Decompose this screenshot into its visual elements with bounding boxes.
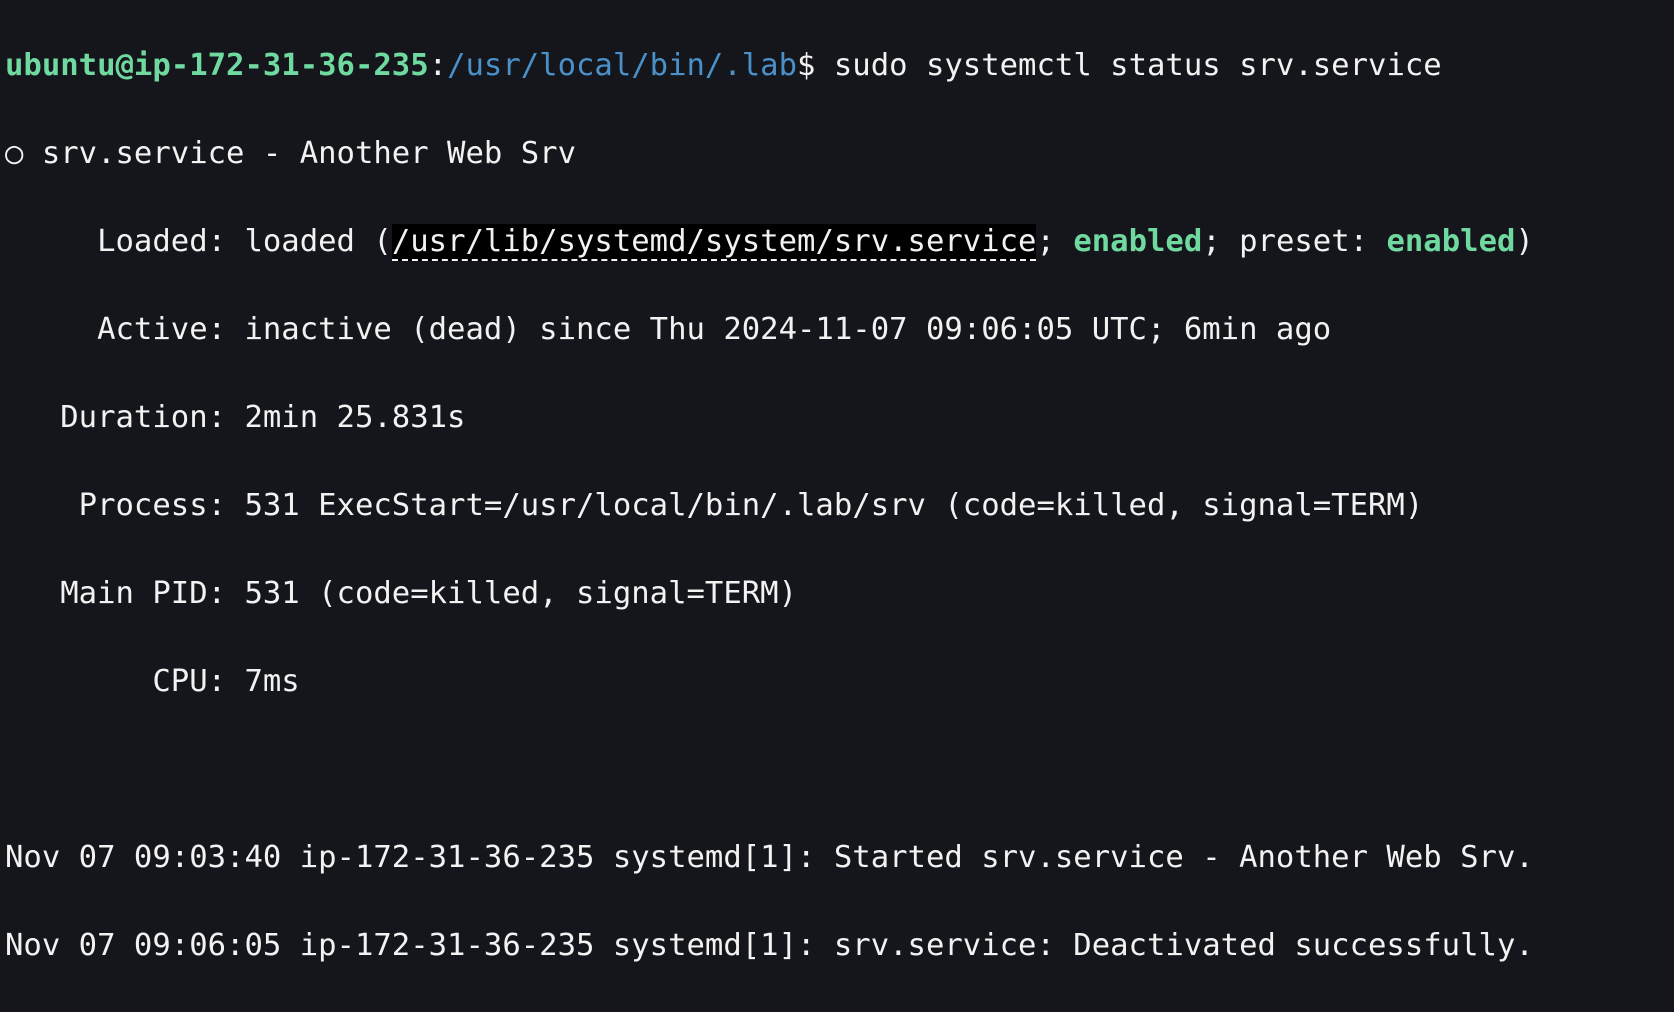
unit-file-path-link[interactable]: /usr/lib/systemd/system/srv.service — [391, 224, 1037, 261]
duration-line: Duration: 2min 25.831s — [5, 400, 466, 435]
main-pid-line: Main PID: 531 (code=killed, signal=TERM) — [5, 576, 798, 611]
loaded-sep: ; — [1036, 224, 1074, 259]
preset-state: enabled — [1386, 224, 1516, 259]
loaded-close: ) — [1515, 224, 1534, 259]
service-title: srv.service - Another Web Srv — [23, 136, 576, 171]
loaded-line: Loaded: loaded (/usr/lib/systemd/system/… — [5, 220, 1674, 264]
preset-label: ; preset: — [1202, 224, 1387, 259]
cpu-line: CPU: 7ms — [5, 664, 300, 699]
enabled-state: enabled — [1073, 224, 1203, 259]
prompt-cwd: /usr/local/bin/.lab — [447, 48, 798, 83]
active-line: Active: inactive (dead) since Thu 2024-1… — [5, 312, 1332, 347]
prompt-line: ubuntu@ip-172-31-36-235:/usr/local/bin/.… — [5, 44, 1674, 88]
process-line: Process: 531 ExecStart=/usr/local/bin/.l… — [5, 488, 1424, 523]
command-text: sudo systemctl status srv.service — [815, 48, 1442, 83]
loaded-value: loaded ( — [244, 224, 392, 259]
prompt-separator: : — [428, 48, 448, 83]
inactive-circle-icon: ○ — [5, 136, 24, 171]
loaded-label: Loaded: — [5, 224, 245, 259]
log-line: Nov 07 09:03:40 ip-172-31-36-235 systemd… — [5, 840, 1534, 875]
prompt-symbol: $ — [797, 48, 816, 83]
prompt-user-host: ubuntu@ip-172-31-36-235 — [5, 48, 429, 83]
log-line: Nov 07 09:06:05 ip-172-31-36-235 systemd… — [5, 928, 1534, 963]
status-title-line: ○ srv.service - Another Web Srv — [5, 132, 1674, 176]
terminal-output[interactable]: ubuntu@ip-172-31-36-235:/usr/local/bin/.… — [0, 0, 1674, 1012]
